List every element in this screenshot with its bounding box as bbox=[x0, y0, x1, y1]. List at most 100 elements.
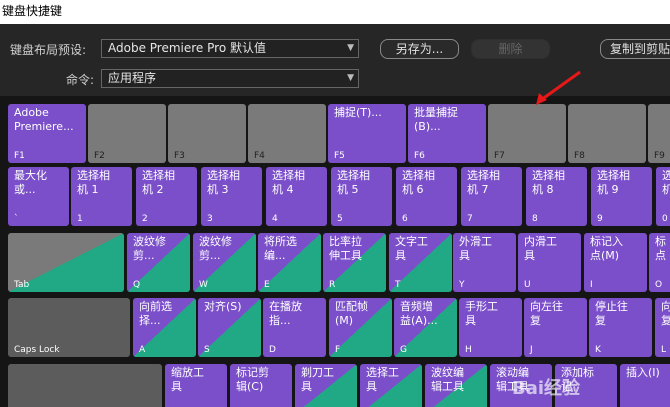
key-f4[interactable]: F4 bbox=[248, 104, 326, 163]
key-f9[interactable]: F9 bbox=[648, 104, 670, 163]
key-cap-label: F8 bbox=[574, 151, 585, 161]
key-tab[interactable]: Tab bbox=[8, 233, 124, 292]
key-l[interactable]: 向 复 L bbox=[655, 298, 670, 357]
key-command-label: 向左往 复 bbox=[530, 300, 563, 327]
key-o[interactable]: 标 点 O bbox=[649, 233, 670, 292]
key-command-label: 选择工 具 bbox=[366, 366, 399, 393]
key-j[interactable]: 向左往 复 J bbox=[524, 298, 587, 357]
key-row5-3[interactable]: 剃刀工 具 bbox=[295, 364, 357, 407]
key-row5-0[interactable] bbox=[8, 364, 162, 407]
key-9[interactable]: 选择相 机 9 9 bbox=[591, 167, 652, 226]
key-cap-label: F1 bbox=[14, 151, 25, 161]
key-0[interactable]: 选 机 0 bbox=[656, 167, 670, 226]
key-cap-label: F2 bbox=[94, 151, 105, 161]
key-command-label: 选择相 机 7 bbox=[467, 169, 500, 196]
key-6[interactable]: 选择相 机 6 6 bbox=[396, 167, 457, 226]
key-caps-lock[interactable]: Caps Lock bbox=[8, 298, 130, 357]
key-cap-label: T bbox=[395, 280, 401, 290]
keyboard-layout: Adobe Premiere... F1 F2 F3 F4 捕捉(T)... F5 批量捕捉 … bbox=[0, 96, 670, 407]
key-command-label: 内滑工 具 bbox=[524, 235, 557, 262]
key-cap-label: G bbox=[400, 345, 407, 355]
key-command-label: 选择相 机 2 bbox=[142, 169, 175, 196]
key-5[interactable]: 选择相 机 5 5 bbox=[331, 167, 392, 226]
delete-button[interactable]: 删除 bbox=[471, 39, 550, 59]
key-row5-1[interactable]: 缩放工 具 bbox=[165, 364, 227, 407]
key-f6[interactable]: 批量捕捉 (B)... F6 bbox=[408, 104, 486, 163]
key-`[interactable]: 最大化 或... ` bbox=[8, 167, 69, 226]
layout-preset-value: Adobe Premiere Pro 默认值 bbox=[108, 41, 266, 55]
toolbar: 键盘布局预设: Adobe Premiere Pro 默认值 ▼ 命令: 应用程… bbox=[0, 24, 670, 96]
key-cap-label: ` bbox=[14, 214, 19, 224]
save-as-button[interactable]: 另存为... bbox=[380, 39, 459, 59]
layout-preset-select[interactable]: Adobe Premiere Pro 默认值 ▼ bbox=[101, 39, 359, 58]
key-command-label: Adobe Premiere... bbox=[14, 106, 74, 133]
key-command-label: 选择相 机 9 bbox=[597, 169, 630, 196]
key-cap-label: 4 bbox=[272, 214, 278, 224]
key-a[interactable]: 向前选 择... A bbox=[133, 298, 196, 357]
key-3[interactable]: 选择相 机 3 3 bbox=[201, 167, 262, 226]
key-4[interactable]: 选择相 机 4 4 bbox=[266, 167, 327, 226]
key-w[interactable]: 波纹修 剪... W bbox=[193, 233, 256, 292]
key-cap-label: F4 bbox=[254, 151, 265, 161]
key-command-label: 向前选 择... bbox=[139, 300, 172, 327]
command-label: 命令: bbox=[66, 73, 95, 87]
key-f2[interactable]: F2 bbox=[88, 104, 166, 163]
key-y[interactable]: 外滑工 具 Y bbox=[453, 233, 516, 292]
key-cap-label: Q bbox=[133, 280, 141, 290]
key-q[interactable]: 波纹修 剪... Q bbox=[127, 233, 190, 292]
key-command-label: 最大化 或... bbox=[14, 169, 47, 196]
key-row5-4[interactable]: 选择工 具 bbox=[360, 364, 422, 407]
key-u[interactable]: 内滑工 具 U bbox=[518, 233, 581, 292]
command-select[interactable]: 应用程序 ▼ bbox=[101, 69, 359, 88]
key-s[interactable]: 对齐(S) S bbox=[198, 298, 261, 357]
key-f7[interactable]: F7 bbox=[488, 104, 566, 163]
key-k[interactable]: 停止往 复 K bbox=[589, 298, 652, 357]
key-command-label: 向 复 bbox=[661, 300, 670, 327]
key-command-label: 批量捕捉 (B)... bbox=[414, 106, 458, 133]
key-f1[interactable]: Adobe Premiere... F1 bbox=[8, 104, 86, 163]
key-r[interactable]: 比率拉 伸工具 R bbox=[323, 233, 386, 292]
key-command-label: 插入(I) bbox=[626, 366, 660, 379]
key-f3[interactable]: F3 bbox=[168, 104, 246, 163]
key-1[interactable]: 选择相 机 1 1 bbox=[71, 167, 132, 226]
key-command-label: 波纹修 剪... bbox=[199, 235, 232, 262]
key-f5[interactable]: 捕捉(T)... F5 bbox=[328, 104, 406, 163]
key-command-label: 标记剪 辑(C) bbox=[236, 366, 269, 393]
key-t[interactable]: 文字工 具 T bbox=[389, 233, 452, 292]
key-command-label: 剃刀工 具 bbox=[301, 366, 334, 393]
key-g[interactable]: 音频增 益(A)... G bbox=[394, 298, 457, 357]
key-8[interactable]: 选择相 机 8 8 bbox=[526, 167, 587, 226]
key-2[interactable]: 选择相 机 2 2 bbox=[136, 167, 197, 226]
key-command-label: 选择相 机 5 bbox=[337, 169, 370, 196]
key-cap-label: F5 bbox=[334, 151, 345, 161]
key-command-label: 外滑工 具 bbox=[459, 235, 492, 262]
key-cap-label: 6 bbox=[402, 214, 408, 224]
key-cap-label: K bbox=[595, 345, 601, 355]
key-e[interactable]: 将所选 编... E bbox=[258, 233, 321, 292]
key-i[interactable]: 标记入 点(M) I bbox=[584, 233, 647, 292]
key-cap-label: F6 bbox=[414, 151, 425, 161]
key-command-label: 匹配帧 (M) bbox=[335, 300, 368, 327]
key-command-label: 缩放工 具 bbox=[171, 366, 204, 393]
key-cap-label: D bbox=[269, 345, 276, 355]
key-h[interactable]: 手形工 具 H bbox=[459, 298, 522, 357]
key-cap-label: 9 bbox=[597, 214, 603, 224]
key-command-label: 音频增 益(A)... bbox=[400, 300, 438, 327]
key-row5-5[interactable]: 波纹编 辑工具 bbox=[425, 364, 487, 407]
key-command-label: 波纹修 剪... bbox=[133, 235, 166, 262]
key-command-label: 选择相 机 4 bbox=[272, 169, 305, 196]
key-cap-label: J bbox=[530, 345, 533, 355]
key-cap-label: F9 bbox=[654, 151, 665, 161]
key-cap-label: H bbox=[465, 345, 472, 355]
copy-to-clipboard-button[interactable]: 复制到剪贴 bbox=[600, 39, 670, 59]
key-cap-label: W bbox=[199, 280, 208, 290]
key-row5-2[interactable]: 标记剪 辑(C) bbox=[230, 364, 292, 407]
key-cap-label: 5 bbox=[337, 214, 343, 224]
key-cap-label: R bbox=[329, 280, 336, 290]
key-row5-8[interactable]: 插入(I) bbox=[620, 364, 670, 407]
key-7[interactable]: 选择相 机 7 7 bbox=[461, 167, 522, 226]
key-f8[interactable]: F8 bbox=[568, 104, 646, 163]
key-command-label: 在播放 指... bbox=[269, 300, 302, 327]
key-d[interactable]: 在播放 指... D bbox=[263, 298, 326, 357]
key-f[interactable]: 匹配帧 (M) F bbox=[329, 298, 392, 357]
